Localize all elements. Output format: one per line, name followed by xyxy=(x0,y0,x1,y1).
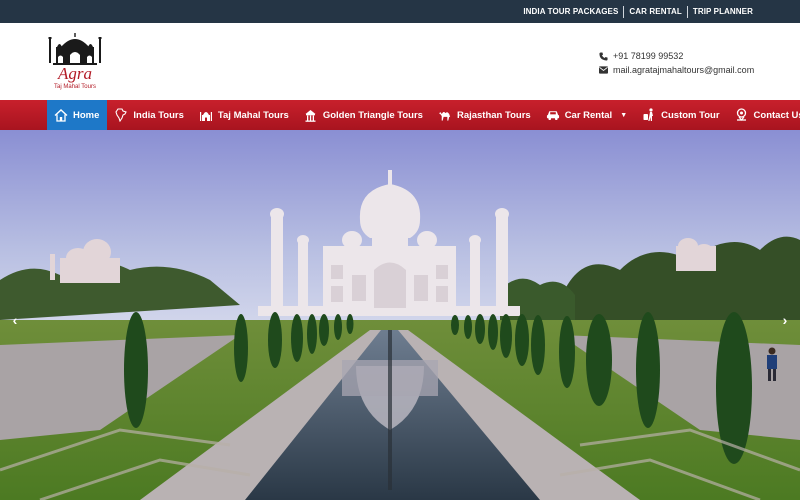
top-utility-bar: INDIA TOUR PACKAGES CAR RENTAL TRIP PLAN… xyxy=(0,0,800,23)
nav-contact-us-label: Contact Us xyxy=(753,109,800,121)
temple-icon xyxy=(304,108,318,122)
chevron-down-icon: ▼ xyxy=(620,111,628,119)
home-icon xyxy=(54,108,68,122)
india-tour-packages-link[interactable]: INDIA TOUR PACKAGES xyxy=(518,6,623,18)
contact-info: +91 78199 99532 mail.agratajmahaltours@g… xyxy=(598,49,754,77)
india-map-icon xyxy=(114,108,128,122)
email-address: mail.agratajmahaltours@gmail.com xyxy=(613,65,755,75)
phone-row[interactable]: +91 78199 99532 xyxy=(598,49,754,63)
phone-number: +91 78199 99532 xyxy=(613,51,684,61)
car-rental-link[interactable]: CAR RENTAL xyxy=(623,5,686,18)
nav-india-tours[interactable]: India Tours xyxy=(107,100,192,130)
nav-taj-mahal-tours[interactable]: Taj Mahal Tours xyxy=(192,100,297,130)
top-links: INDIA TOUR PACKAGES CAR RENTAL TRIP PLAN… xyxy=(518,0,758,23)
site-logo[interactable]: Agra Taj Mahal Tours xyxy=(44,33,108,95)
envelope-icon xyxy=(598,65,608,75)
taj-mahal-logo-icon xyxy=(48,33,102,65)
nav-custom-tour-label: Custom Tour xyxy=(661,109,720,121)
nav-home-label: Home xyxy=(73,109,100,121)
nav-taj-mahal-tours-label: Taj Mahal Tours xyxy=(217,109,289,121)
taj-mahal-hero-image xyxy=(0,130,800,500)
trip-planner-link[interactable]: TRIP PLANNER xyxy=(686,5,758,18)
phone-icon xyxy=(598,51,608,61)
email-row[interactable]: mail.agratajmahaltours@gmail.com xyxy=(598,63,754,77)
hero-slider[interactable]: ‹ › xyxy=(0,130,800,500)
main-navigation: Home India Tours Taj Mahal Tours Golden … xyxy=(0,100,800,130)
nav-india-tours-label: India Tours xyxy=(133,109,184,121)
camel-icon xyxy=(438,108,452,122)
chevron-right-icon[interactable]: › xyxy=(778,313,792,327)
nav-rajasthan-tours[interactable]: Rajasthan Tours xyxy=(431,100,539,130)
nav-golden-triangle-tours[interactable]: Golden Triangle Tours xyxy=(297,100,431,130)
contact-icon xyxy=(735,108,749,122)
nav-car-rental[interactable]: Car Rental ▼ xyxy=(539,100,635,130)
car-icon xyxy=(546,108,560,122)
site-header: Agra Taj Mahal Tours +91 78199 99532 mai… xyxy=(0,23,800,100)
logo-subtitle: Taj Mahal Tours xyxy=(54,84,96,90)
nav-car-rental-label: Car Rental xyxy=(564,109,613,121)
nav-rajasthan-tours-label: Rajasthan Tours xyxy=(456,109,531,121)
traveler-icon xyxy=(642,108,656,122)
nav-contact-us[interactable]: Contact Us xyxy=(728,100,800,130)
nav-golden-triangle-tours-label: Golden Triangle Tours xyxy=(322,109,423,121)
nav-custom-tour[interactable]: Custom Tour xyxy=(635,100,727,130)
chevron-left-icon[interactable]: ‹ xyxy=(8,313,22,327)
nav-home[interactable]: Home xyxy=(47,100,108,130)
taj-mahal-icon xyxy=(199,108,213,122)
logo-title: Agra xyxy=(58,64,92,83)
